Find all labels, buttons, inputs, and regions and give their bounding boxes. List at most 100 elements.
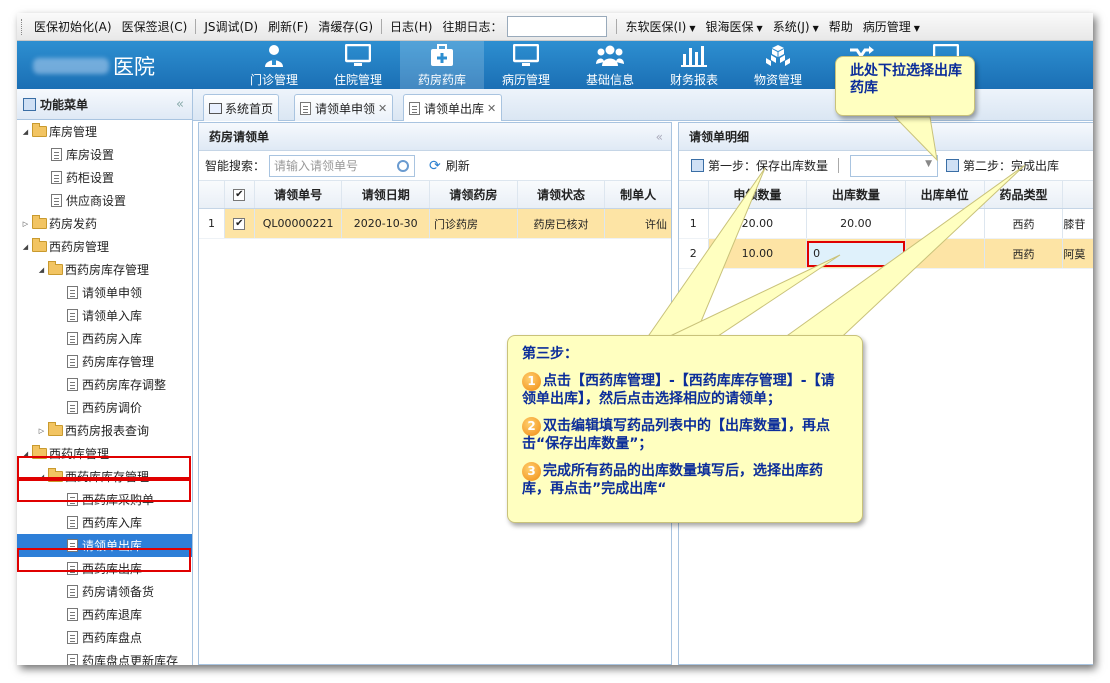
search-icon[interactable] — [397, 159, 410, 172]
tree-folder[interactable]: ▷ 药房发药 — [17, 212, 192, 235]
table-row[interactable]: 1 ✔ QL00000221 2020-10-30 门诊药房 药房已核对 许仙 — [199, 209, 671, 239]
tree-item[interactable]: 请领单申领 — [17, 281, 192, 304]
tree-item[interactable]: 药柜设置 — [17, 166, 192, 189]
save-icon — [946, 159, 960, 172]
nav-pharmacy[interactable]: 药房药库 — [400, 41, 484, 89]
menu-item-help[interactable]: 帮助 — [824, 18, 858, 35]
tree-folder[interactable]: ◢ 库房管理 — [17, 120, 192, 143]
highlight-box-warehouse-inventory — [17, 479, 191, 502]
column-header[interactable]: 请领单号 — [255, 181, 343, 208]
outbound-quantity-cell[interactable]: 0 — [807, 239, 906, 268]
tree-item[interactable]: 药库盘点更新库存 — [17, 649, 192, 665]
expand-arrow-icon[interactable]: ◢ — [37, 266, 46, 274]
tree-item-label: 库房设置 — [66, 148, 115, 162]
menu-dropdown-neusoft[interactable]: 东软医保(I) ▼ — [620, 18, 700, 35]
tree-item-label: 药柜设置 — [66, 171, 115, 185]
table-row[interactable]: 2 10.00 0 西药 阿莫 — [679, 239, 1093, 269]
tree-item-label: 请领单入库 — [82, 309, 143, 323]
nav-materials[interactable]: 物资管理 — [736, 41, 820, 89]
tree-item[interactable]: 西药库入库 — [17, 511, 192, 534]
tree-item[interactable]: 西药库盘点 — [17, 626, 192, 649]
expand-arrow-icon[interactable]: ◢ — [21, 128, 30, 136]
tree-item[interactable]: 药房请领备货 — [17, 580, 192, 603]
callout-step-1: 1 点击【西药库管理】-【西药库库存管理】-【请领单出库】，然后点击选择相应的请领… — [522, 372, 835, 407]
refresh-button[interactable]: 刷新 — [446, 157, 470, 174]
callout-step-2: 2 双击编辑填写药品列表中的【出库数量】，再点击“保存出库数量”； — [522, 417, 830, 452]
menu-item-js-debug[interactable]: JS调试(D) — [199, 18, 263, 35]
column-header[interactable]: 出库单位 — [906, 181, 985, 208]
tree-item[interactable]: 西药房入库 — [17, 327, 192, 350]
hospital-logo: 医院 — [29, 50, 159, 80]
menu-item-insurance-init[interactable]: 医保初始化(A) — [29, 18, 117, 35]
chevron-down-icon: ▼ — [756, 24, 763, 33]
past-log-input[interactable] — [507, 16, 608, 37]
tree-item[interactable]: 库房设置 — [17, 143, 192, 166]
monitor-icon — [513, 44, 539, 66]
folder-icon — [48, 422, 63, 436]
drug-name: 阿莫 — [1063, 247, 1086, 261]
collapse-panel-button[interactable]: « — [656, 130, 663, 144]
tree-folder[interactable]: ◢ 西药房管理 — [17, 235, 192, 258]
column-header[interactable]: 请领药房 — [430, 181, 518, 208]
menu-dropdown-yinhai[interactable]: 银海医保 ▼ — [701, 18, 768, 35]
folder-icon — [32, 238, 47, 252]
tree-item[interactable]: 西药房调价 — [17, 396, 192, 419]
column-header[interactable]: 请领状态 — [518, 181, 606, 208]
toolbar-separator — [838, 158, 840, 173]
document-icon — [67, 309, 78, 322]
tree-item-label: 西药库入库 — [82, 516, 143, 530]
collapse-arrow-icon[interactable]: ▷ — [37, 427, 46, 435]
column-header[interactable]: 药品类型 — [985, 181, 1064, 208]
close-icon[interactable]: ✕ — [378, 102, 387, 115]
tree-item-label: 药房请领备货 — [82, 585, 155, 599]
tree-folder[interactable]: ▷ 西药房报表查询 — [17, 419, 192, 442]
complete-outbound-button[interactable]: 第二步：完成出库 — [963, 157, 1059, 174]
collapse-arrow-icon[interactable]: ▷ — [21, 220, 30, 228]
column-header[interactable] — [1063, 181, 1093, 208]
nav-inpatient[interactable]: 住院管理 — [316, 41, 400, 89]
tab-requisition-outbound[interactable]: 请领单出库 ✕ — [403, 94, 503, 121]
close-icon[interactable]: ✕ — [487, 102, 496, 115]
tree-item[interactable]: 药房库存管理 — [17, 350, 192, 373]
nav-medical-records[interactable]: 病历管理 — [484, 41, 568, 89]
table-row[interactable]: 1 20.00 20.00 西药 膝苷 — [679, 209, 1093, 239]
tab-home[interactable]: 系统首页 — [203, 94, 280, 121]
nav-basic-info[interactable]: 基础信息 — [568, 41, 652, 89]
sidebar-header: 功能菜单 « — [17, 89, 192, 120]
row-checkbox[interactable]: ✔ — [225, 209, 255, 238]
outbound-warehouse-select[interactable]: ▼ — [850, 154, 939, 177]
tree-item-label: 西药房报表查询 — [65, 424, 150, 438]
column-header[interactable]: 申领数量 — [709, 181, 808, 208]
tree-folder[interactable]: ◢ 西药房库存管理 — [17, 258, 192, 281]
menu-item-log[interactable]: 日志(H) — [385, 18, 437, 35]
collapse-sidebar-button[interactable]: « — [176, 97, 184, 112]
tree-item[interactable]: 请领单入库 — [17, 304, 192, 327]
menu-dropdown-medical-record[interactable]: 病历管理 ▼ — [858, 18, 925, 35]
search-input[interactable]: 请输入请领单号 — [269, 154, 416, 177]
menu-item-refresh[interactable]: 刷新(F) — [263, 18, 313, 35]
menu-dropdown-system[interactable]: 系统(J) ▼ — [768, 18, 824, 35]
tree-item[interactable]: 西药房库存调整 — [17, 373, 192, 396]
refresh-icon[interactable]: ⟳ — [429, 158, 441, 174]
outbound-quantity-input[interactable]: 0 — [807, 240, 905, 267]
column-header[interactable]: 请领日期 — [342, 181, 431, 208]
column-header[interactable]: 制单人 — [605, 181, 671, 208]
panel-header: 药房请领单 « — [199, 123, 671, 151]
folder-icon — [32, 123, 47, 137]
tree-item[interactable]: 西药库退库 — [17, 603, 192, 626]
nav-finance-reports[interactable]: 财务报表 — [652, 41, 736, 89]
outbound-quantity-cell[interactable]: 20.00 — [807, 209, 906, 238]
select-all-checkbox[interactable]: ✔ — [225, 181, 255, 208]
document-icon — [51, 194, 62, 207]
tree-item[interactable]: 供应商设置 — [17, 189, 192, 212]
expand-arrow-icon[interactable]: ◢ — [21, 243, 30, 251]
tab-requisition-apply[interactable]: 请领单申领 ✕ — [294, 94, 394, 121]
users-icon — [596, 45, 624, 66]
nav-outpatient[interactable]: 门诊管理 — [232, 41, 316, 89]
menu-tree: ◢ 库房管理 库房设置 药柜设置 供应商设置 ▷ 药房发药 ◢ 西药房管理 ◢ 西药房库存管理 请领单… — [17, 120, 192, 665]
menu-item-clear-cache[interactable]: 清缓存(G) — [313, 18, 378, 35]
save-outbound-quantity-button[interactable]: 第一步：保存出库数量 — [708, 157, 828, 174]
column-header[interactable]: 出库数量 — [807, 181, 906, 208]
menu-item-insurance-signout[interactable]: 医保签退(C) — [117, 18, 193, 35]
toolbar-grip[interactable] — [21, 18, 23, 35]
